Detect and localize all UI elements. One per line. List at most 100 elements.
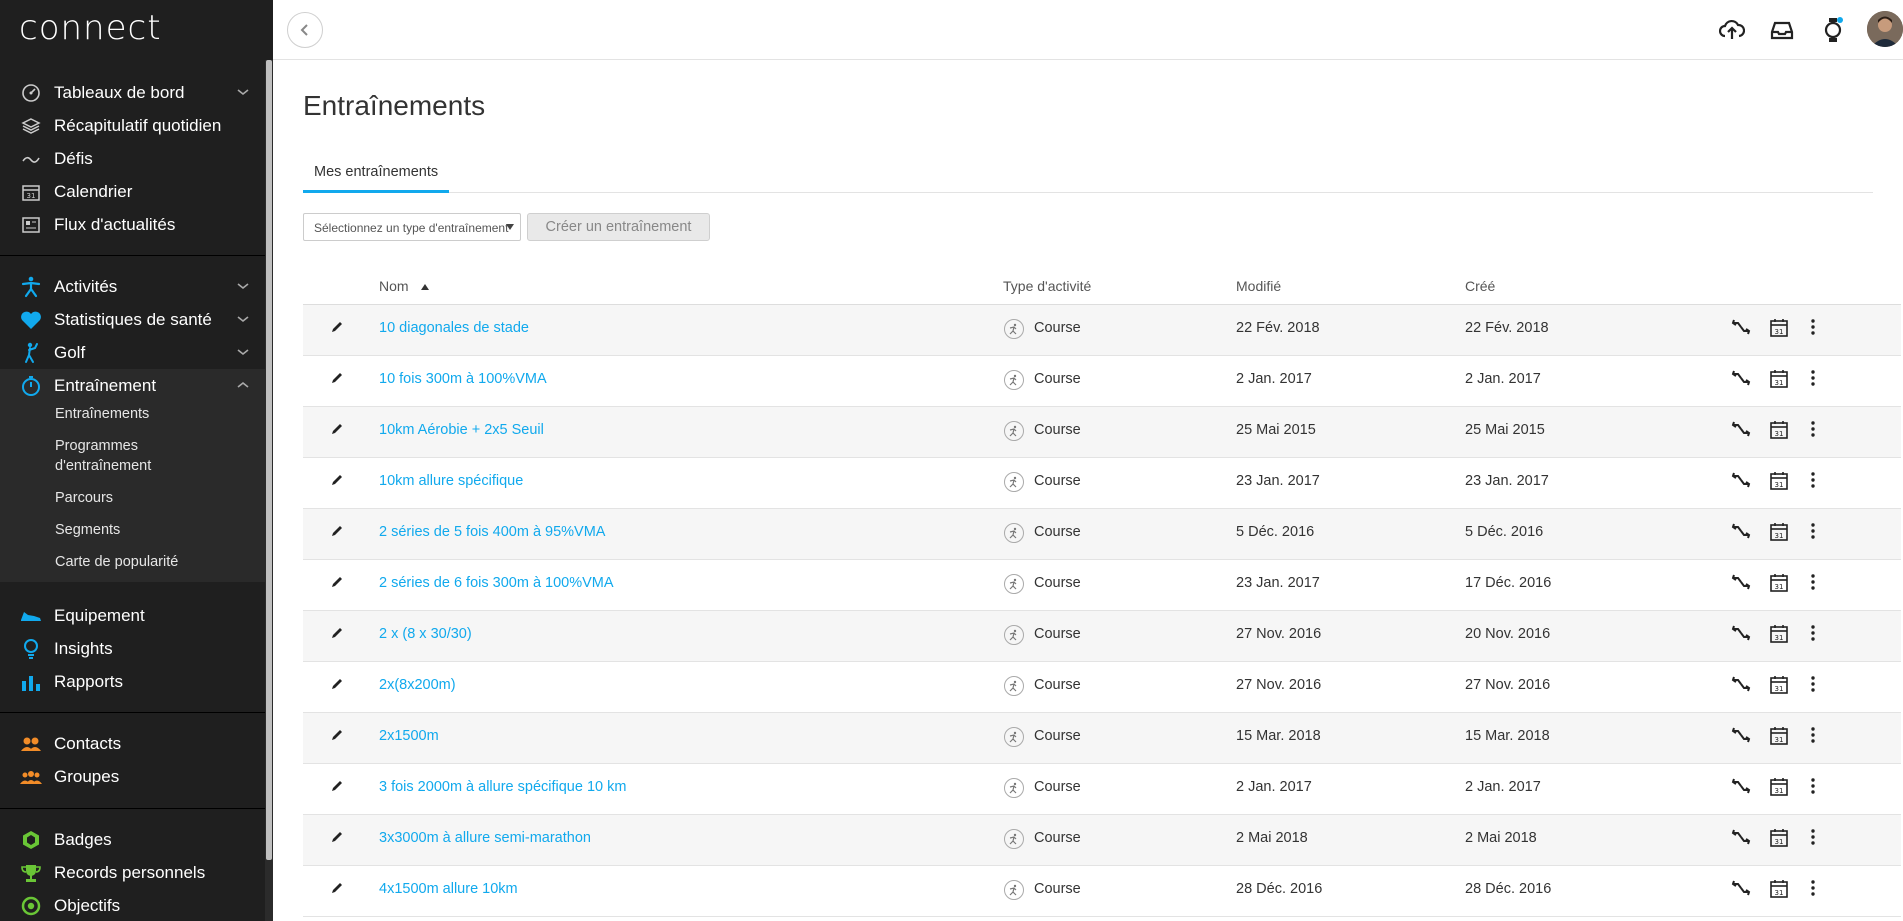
sidebar-item-groups[interactable]: Groupes — [0, 760, 265, 793]
schedule-calendar-icon[interactable]: 31 — [1769, 776, 1789, 796]
sidebar-item-badges[interactable]: Badges — [0, 823, 265, 856]
watch-device-icon[interactable] — [1819, 16, 1847, 44]
avatar[interactable] — [1867, 11, 1903, 47]
more-options-icon[interactable] — [1803, 623, 1823, 643]
column-header-name[interactable]: Nom — [379, 278, 430, 294]
edit-pencil-icon[interactable] — [330, 830, 344, 844]
more-options-icon[interactable] — [1803, 776, 1823, 796]
table-row[interactable]: 3 fois 2000m à allure spécifique 10 km C… — [303, 764, 1901, 815]
send-to-device-icon[interactable] — [1731, 878, 1751, 898]
connect-logo[interactable]: connect — [19, 8, 162, 48]
workout-name-link[interactable]: 10km Aérobie + 2x5 Seuil — [379, 422, 544, 438]
send-to-device-icon[interactable] — [1731, 776, 1751, 796]
chevron-down-icon[interactable] — [235, 84, 251, 100]
edit-pencil-icon[interactable] — [330, 626, 344, 640]
sidebar-item-challenges[interactable]: Défis — [0, 142, 265, 175]
send-to-device-icon[interactable] — [1731, 470, 1751, 490]
more-options-icon[interactable] — [1803, 419, 1823, 439]
more-options-icon[interactable] — [1803, 521, 1823, 541]
sidebar-item-calendar[interactable]: 31 Calendrier — [0, 175, 265, 208]
sidebar-item-daily-summary[interactable]: Récapitulatif quotidien — [0, 109, 265, 142]
send-to-device-icon[interactable] — [1731, 827, 1751, 847]
more-options-icon[interactable] — [1803, 470, 1823, 490]
more-options-icon[interactable] — [1803, 368, 1823, 388]
column-header-created[interactable]: Créé — [1465, 278, 1495, 294]
workout-type-select[interactable]: Sélectionnez un type d'entraînement — [303, 213, 521, 241]
workout-name-link[interactable]: 3x3000m à allure semi-marathon — [379, 830, 591, 846]
edit-pencil-icon[interactable] — [330, 677, 344, 691]
edit-pencil-icon[interactable] — [330, 881, 344, 895]
send-to-device-icon[interactable] — [1731, 623, 1751, 643]
column-header-modified[interactable]: Modifié — [1236, 278, 1281, 294]
edit-pencil-icon[interactable] — [330, 371, 344, 385]
send-to-device-icon[interactable] — [1731, 572, 1751, 592]
sidebar-item-health-stats[interactable]: Statistiques de santé — [0, 303, 265, 336]
collapse-sidebar-button[interactable] — [287, 12, 323, 48]
edit-pencil-icon[interactable] — [330, 728, 344, 742]
subnav-workouts[interactable]: Entraînements — [0, 404, 265, 424]
more-options-icon[interactable] — [1803, 878, 1823, 898]
edit-pencil-icon[interactable] — [330, 473, 344, 487]
workout-name-link[interactable]: 2 x (8 x 30/30) — [379, 626, 472, 642]
workout-name-link[interactable]: 4x1500m allure 10km — [379, 881, 518, 897]
column-header-activity-type[interactable]: Type d'activité — [1003, 278, 1091, 294]
schedule-calendar-icon[interactable]: 31 — [1769, 419, 1789, 439]
sidebar-item-reports[interactable]: Rapports — [0, 665, 265, 698]
table-row[interactable]: 3x3000m à allure semi-marathon Course 2 … — [303, 815, 1901, 866]
edit-pencil-icon[interactable] — [330, 320, 344, 334]
send-to-device-icon[interactable] — [1731, 521, 1751, 541]
edit-pencil-icon[interactable] — [330, 422, 344, 436]
edit-pencil-icon[interactable] — [330, 779, 344, 793]
sidebar-item-gear[interactable]: Equipement — [0, 599, 265, 632]
sidebar-item-contacts[interactable]: Contacts — [0, 727, 265, 760]
edit-pencil-icon[interactable] — [330, 575, 344, 589]
schedule-calendar-icon[interactable]: 31 — [1769, 317, 1789, 337]
tab-my-workouts[interactable]: Mes entraînements — [303, 160, 450, 193]
workout-name-link[interactable]: 3 fois 2000m à allure spécifique 10 km — [379, 779, 626, 795]
table-row[interactable]: 2 séries de 5 fois 400m à 95%VMA Course … — [303, 509, 1901, 560]
sidebar-item-activities[interactable]: Activités — [0, 270, 265, 303]
send-to-device-icon[interactable] — [1731, 419, 1751, 439]
schedule-calendar-icon[interactable]: 31 — [1769, 368, 1789, 388]
sidebar-item-newsfeed[interactable]: Flux d'actualités — [0, 208, 265, 241]
inbox-icon[interactable] — [1768, 16, 1796, 44]
more-options-icon[interactable] — [1803, 827, 1823, 847]
subnav-heatmap[interactable]: Carte de popularité — [0, 552, 265, 572]
table-row[interactable]: 2x(8x200m) Course 27 Nov. 2016 27 Nov. 2… — [303, 662, 1901, 713]
table-row[interactable]: 2x1500m Course 15 Mar. 2018 15 Mar. 2018… — [303, 713, 1901, 764]
schedule-calendar-icon[interactable]: 31 — [1769, 521, 1789, 541]
chevron-up-icon[interactable] — [235, 377, 251, 393]
schedule-calendar-icon[interactable]: 31 — [1769, 674, 1789, 694]
schedule-calendar-icon[interactable]: 31 — [1769, 878, 1789, 898]
table-row[interactable]: 10km Aérobie + 2x5 Seuil Course 25 Mai 2… — [303, 407, 1901, 458]
chevron-down-icon[interactable] — [235, 278, 251, 294]
schedule-calendar-icon[interactable]: 31 — [1769, 572, 1789, 592]
workout-name-link[interactable]: 2 séries de 6 fois 300m à 100%VMA — [379, 575, 614, 591]
sidebar-item-dashboards[interactable]: Tableaux de bord — [0, 76, 265, 109]
workout-name-link[interactable]: 10 diagonales de stade — [379, 320, 529, 336]
chevron-down-icon[interactable] — [235, 344, 251, 360]
schedule-calendar-icon[interactable]: 31 — [1769, 725, 1789, 745]
send-to-device-icon[interactable] — [1731, 725, 1751, 745]
schedule-calendar-icon[interactable]: 31 — [1769, 470, 1789, 490]
subnav-training-plans[interactable]: Programmes d'entraînement — [0, 436, 205, 476]
send-to-device-icon[interactable] — [1731, 317, 1751, 337]
schedule-calendar-icon[interactable]: 31 — [1769, 827, 1789, 847]
more-options-icon[interactable] — [1803, 572, 1823, 592]
sidebar-item-golf[interactable]: Golf — [0, 336, 265, 369]
workout-name-link[interactable]: 2x(8x200m) — [379, 677, 456, 693]
workout-name-link[interactable]: 2 séries de 5 fois 400m à 95%VMA — [379, 524, 605, 540]
upload-cloud-icon[interactable] — [1718, 16, 1746, 44]
sidebar-scrollbar-thumb[interactable] — [266, 60, 272, 860]
edit-pencil-icon[interactable] — [330, 524, 344, 538]
send-to-device-icon[interactable] — [1731, 368, 1751, 388]
table-row[interactable]: 2 séries de 6 fois 300m à 100%VMA Course… — [303, 560, 1901, 611]
table-row[interactable]: 10 diagonales de stade Course 22 Fév. 20… — [303, 305, 1901, 356]
workout-name-link[interactable]: 2x1500m — [379, 728, 439, 744]
sidebar-item-training[interactable]: Entraînement — [0, 369, 265, 402]
chevron-down-icon[interactable] — [235, 311, 251, 327]
schedule-calendar-icon[interactable]: 31 — [1769, 623, 1789, 643]
more-options-icon[interactable] — [1803, 725, 1823, 745]
workout-name-link[interactable]: 10km allure spécifique — [379, 473, 523, 489]
sidebar-item-insights[interactable]: Insights — [0, 632, 265, 665]
